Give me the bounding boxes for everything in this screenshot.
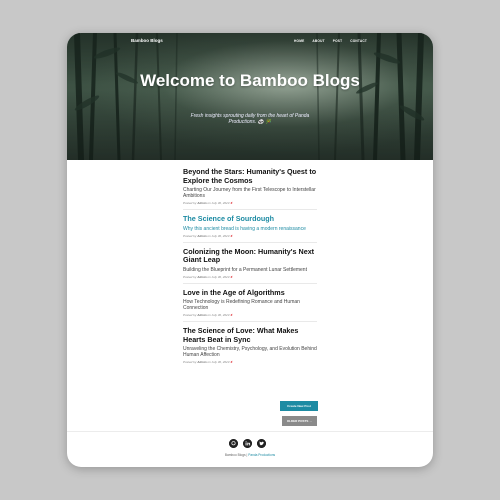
- author-link[interactable]: Admin: [197, 201, 206, 205]
- create-new-post-button[interactable]: Create New Post: [280, 401, 318, 411]
- post-meta: Posted by Admin on July 30, 2023 ✘: [183, 233, 233, 238]
- brand-logo[interactable]: Bamboo Blogs: [131, 38, 163, 43]
- author-link[interactable]: Admin: [197, 275, 206, 279]
- delete-icon[interactable]: ✘: [230, 313, 233, 317]
- footer-divider: [67, 431, 433, 432]
- post-subtitle[interactable]: Why this ancient bread is having a moder…: [183, 226, 317, 232]
- social-links: [229, 439, 266, 448]
- post-title[interactable]: The Science of Sourdough: [183, 214, 317, 224]
- post-meta: Posted by Admin on July 30, 2023 ✘: [183, 274, 233, 279]
- post-subtitle[interactable]: Building the Blueprint for a Permanent L…: [183, 267, 317, 273]
- post-preview: Colonizing the Moon: Humanity's Next Gia…: [183, 247, 317, 284]
- post-title[interactable]: The Science of Love: What Makes Hearts B…: [183, 326, 317, 344]
- browser-window: Bamboo Blogs HOME ABOUT POST CONTACT Wel…: [67, 33, 433, 467]
- post-preview: Love in the Age of Algorithms How Techno…: [183, 288, 317, 322]
- footer-company-link[interactable]: Panda Productions: [248, 453, 275, 457]
- older-posts-button[interactable]: OLDER POSTS →: [282, 416, 317, 426]
- post-title[interactable]: Colonizing the Moon: Humanity's Next Gia…: [183, 247, 317, 265]
- nav-home[interactable]: HOME: [294, 39, 304, 43]
- author-link[interactable]: Admin: [197, 313, 206, 317]
- twitter-icon[interactable]: [257, 439, 266, 448]
- hero-header: Bamboo Blogs HOME ABOUT POST CONTACT Wel…: [67, 33, 433, 160]
- nav-post[interactable]: POST: [333, 39, 342, 43]
- post-preview: Beyond the Stars: Humanity's Quest to Ex…: [183, 167, 317, 210]
- nav-contact[interactable]: CONTACT: [350, 39, 367, 43]
- post-preview: The Science of Sourdough Why this ancien…: [183, 214, 317, 243]
- page-title: Welcome to Bamboo Blogs: [140, 71, 360, 90]
- github-icon[interactable]: [229, 439, 238, 448]
- post-meta: Posted by Admin on July 30, 2023 ✘: [183, 313, 233, 317]
- author-link[interactable]: Admin: [197, 234, 206, 238]
- delete-icon[interactable]: ✘: [230, 234, 233, 238]
- post-subtitle[interactable]: Unraveling the Chemistry, Psychology, an…: [183, 346, 317, 358]
- copyright: Bamboo Blogs | Panda Productions: [224, 453, 276, 457]
- post-subtitle[interactable]: How Technology is Redefining Romance and…: [183, 299, 317, 311]
- post-title[interactable]: Beyond the Stars: Humanity's Quest to Ex…: [183, 167, 317, 185]
- post-title[interactable]: Love in the Age of Algorithms: [183, 288, 317, 298]
- post-preview: The Science of Love: What Makes Hearts B…: [183, 326, 317, 368]
- post-list: Beyond the Stars: Humanity's Quest to Ex…: [183, 167, 317, 373]
- nav-about[interactable]: ABOUT: [312, 39, 324, 43]
- delete-icon[interactable]: ✘: [230, 360, 233, 364]
- linkedin-icon[interactable]: [243, 439, 252, 448]
- author-link[interactable]: Admin: [197, 360, 206, 364]
- page-subtitle: Fresh insights sprouting daily from the …: [190, 113, 310, 125]
- post-subtitle[interactable]: Charting Our Journey from the First Tele…: [183, 187, 317, 199]
- post-meta: Posted by Admin on July 30, 2023 ✘: [183, 360, 233, 364]
- delete-icon[interactable]: ✘: [230, 275, 233, 279]
- top-nav: HOME ABOUT POST CONTACT: [294, 39, 367, 43]
- delete-icon[interactable]: ✘: [230, 201, 233, 205]
- post-meta: Posted by Admin on July 30, 2023 ✘: [183, 201, 233, 205]
